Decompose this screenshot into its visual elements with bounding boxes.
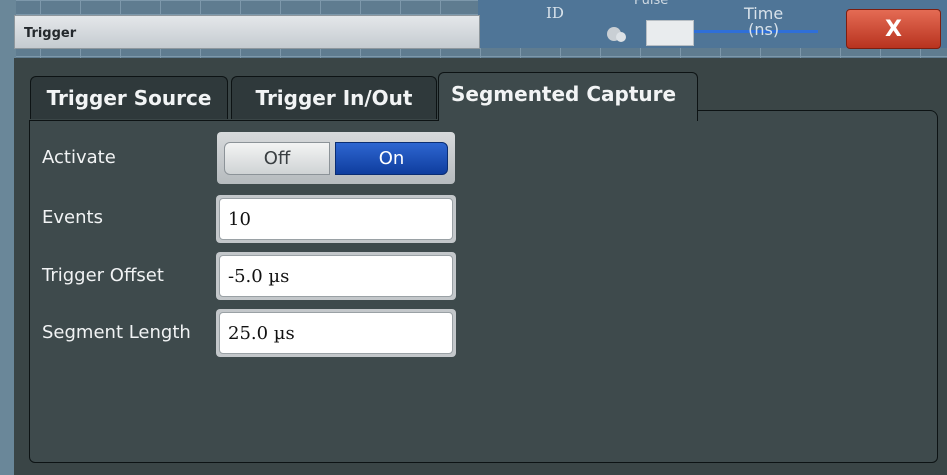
close-button[interactable]: X [846, 9, 941, 49]
tab-trigger-in-out[interactable]: Trigger In/Out [231, 76, 437, 119]
dialog-title-bar: Trigger [14, 15, 480, 49]
tab-segmented-capture[interactable]: Segmented Capture [438, 72, 698, 121]
background-id-label: ID [546, 4, 564, 22]
background-time-label: Time (ns) [744, 6, 783, 38]
panel-top-border [697, 110, 938, 121]
activate-label: Activate [42, 147, 116, 168]
events-input[interactable]: 10 [219, 198, 453, 240]
activate-off-button[interactable]: Off [224, 142, 330, 175]
dialog-title: Trigger [24, 26, 77, 41]
segmented-capture-panel [29, 120, 938, 463]
active-tab-join [439, 118, 697, 122]
trigger-offset-field: -5.0 µs [216, 252, 456, 300]
activate-on-button[interactable]: On [335, 142, 448, 175]
activate-toggle: Off On [217, 132, 455, 184]
trigger-offset-input[interactable]: -5.0 µs [219, 255, 453, 297]
background-pulse-label: Pulse [634, 0, 669, 8]
segment-length-label: Segment Length [42, 322, 191, 343]
events-label: Events [42, 207, 103, 228]
segment-length-input[interactable]: 25.0 µs [219, 312, 453, 354]
events-field: 10 [216, 195, 456, 243]
tab-trigger-source[interactable]: Trigger Source [30, 76, 228, 119]
segment-length-field: 25.0 µs [216, 309, 456, 357]
background-slider-thumb [646, 20, 694, 46]
background-indicator-icon-2 [616, 32, 626, 42]
trigger-offset-label: Trigger Offset [42, 265, 164, 286]
background-time-unit: (ns) [748, 20, 780, 39]
